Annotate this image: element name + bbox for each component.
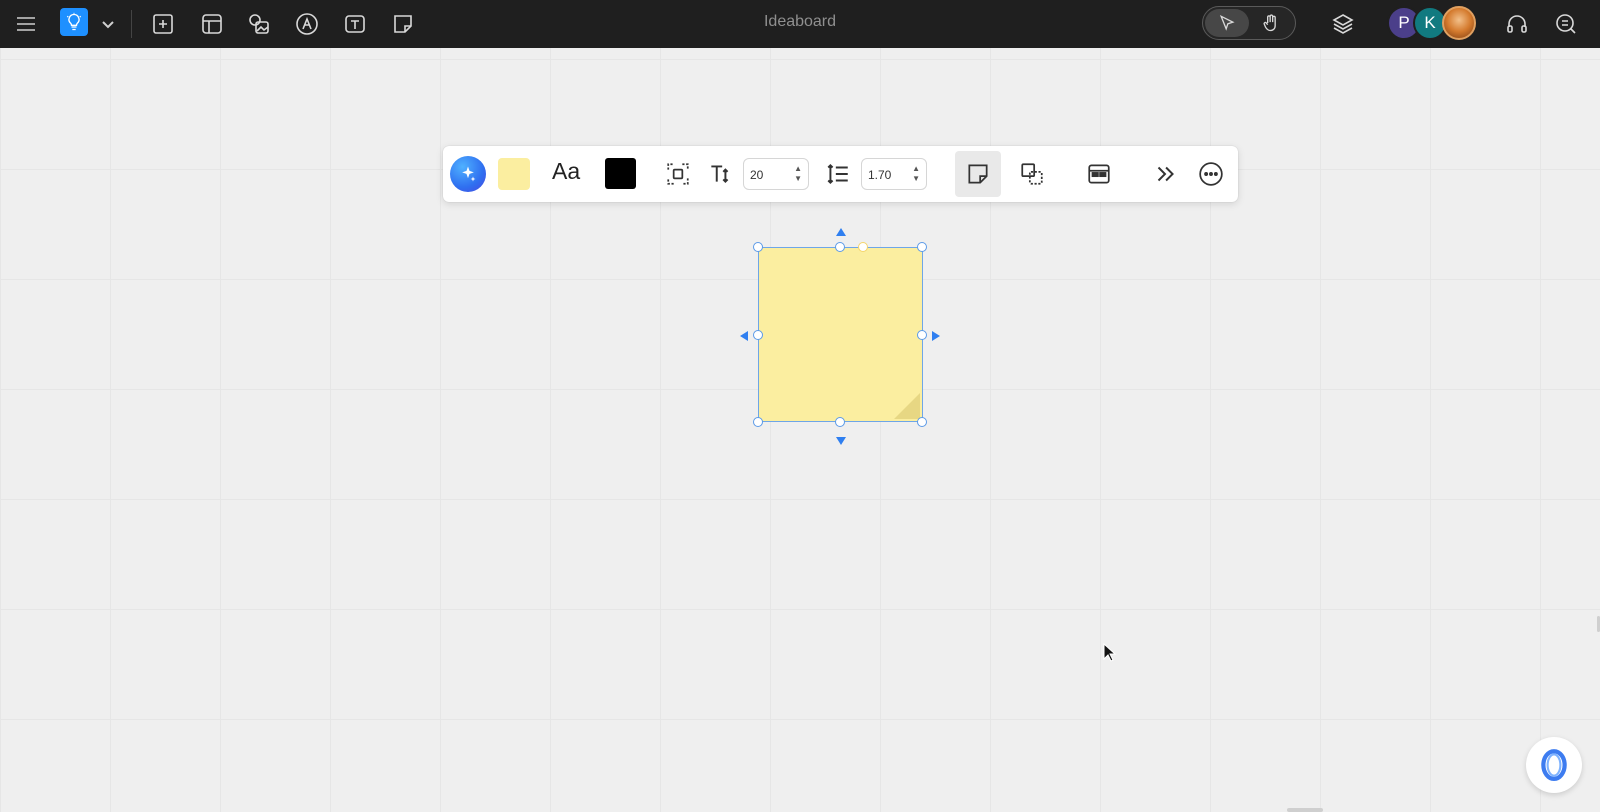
fill-color-swatch[interactable] — [498, 158, 530, 190]
auto-fit-icon[interactable] — [658, 154, 698, 194]
top-bar: Ideaboard P K — [0, 0, 1600, 48]
lightbulb-icon[interactable] — [60, 8, 88, 36]
text-box-icon[interactable] — [337, 6, 373, 42]
sticky-note[interactable] — [758, 247, 923, 422]
hand-mode-button[interactable] — [1249, 9, 1293, 37]
assistant-logo-icon — [1541, 749, 1567, 781]
stepper-arrows-icon[interactable]: ▲ ▼ — [912, 164, 920, 184]
sticky-note-style-button[interactable] — [955, 151, 1001, 197]
more-options-icon[interactable] — [1191, 154, 1231, 194]
text-color-swatch[interactable] — [605, 158, 636, 189]
double-chevron-right-icon[interactable] — [1145, 154, 1185, 194]
chevron-down-icon[interactable] — [90, 6, 126, 42]
note-fold-corner — [894, 393, 920, 419]
rotate-handle[interactable] — [858, 242, 868, 252]
stepper-arrows-icon[interactable]: ▲ ▼ — [794, 164, 802, 184]
font-family-button[interactable]: Aa — [552, 158, 580, 185]
arrange-icon[interactable] — [1012, 154, 1052, 194]
resize-handle-top-left[interactable] — [753, 242, 763, 252]
sticky-note-toolbar: Aa 20 ▲ ▼ 1.70 ▲ ▼ — [443, 146, 1238, 202]
line-height-icon — [818, 154, 858, 194]
add-note-right-arrow-icon[interactable] — [932, 331, 940, 341]
avatar-initial: K — [1424, 13, 1436, 32]
line-height-value: 1.70 — [868, 168, 892, 182]
headset-icon[interactable] — [1499, 6, 1535, 42]
sticky-note-icon — [968, 164, 988, 184]
toolbar-divider — [131, 10, 132, 38]
resize-handle-bottom-left[interactable] — [753, 417, 763, 427]
add-note-up-arrow-icon[interactable] — [836, 228, 846, 236]
font-size-stepper[interactable]: 20 ▲ ▼ — [743, 158, 809, 190]
text-size-icon — [700, 154, 740, 194]
sticky-note-icon[interactable] — [385, 6, 421, 42]
sparkle-icon — [462, 166, 476, 182]
template-icon[interactable] — [194, 6, 230, 42]
horizontal-scrollbar[interactable] — [1287, 808, 1323, 812]
ai-assistant-button[interactable] — [450, 156, 486, 192]
image-search-icon[interactable] — [241, 6, 277, 42]
pen-icon[interactable] — [289, 6, 325, 42]
avatar-initial: P — [1398, 13, 1410, 32]
mouse-cursor-icon — [1103, 643, 1117, 662]
line-height-stepper[interactable]: 1.70 ▲ ▼ — [861, 158, 927, 190]
resize-handle-top[interactable] — [835, 242, 845, 252]
add-frame-icon[interactable] — [145, 6, 181, 42]
resize-handle-top-right[interactable] — [917, 242, 927, 252]
resize-handle-left[interactable] — [753, 330, 763, 340]
hamburger-menu-icon[interactable] — [8, 6, 44, 42]
assistant-launcher-button[interactable] — [1526, 737, 1582, 793]
add-note-left-arrow-icon[interactable] — [740, 331, 748, 341]
select-mode-button[interactable] — [1205, 9, 1249, 37]
layers-icon[interactable] — [1325, 6, 1361, 42]
resize-handle-right[interactable] — [917, 330, 927, 340]
sticky-note-selection — [740, 225, 940, 445]
resize-handle-bottom-right[interactable] — [917, 417, 927, 427]
font-size-value: 20 — [750, 168, 764, 182]
resize-handle-bottom[interactable] — [835, 417, 845, 427]
avatar-photo[interactable] — [1442, 6, 1476, 40]
card-layout-icon[interactable] — [1079, 154, 1119, 194]
search-icon[interactable] — [1548, 6, 1584, 42]
mode-toggle — [1202, 6, 1296, 40]
add-note-down-arrow-icon[interactable] — [836, 437, 846, 445]
